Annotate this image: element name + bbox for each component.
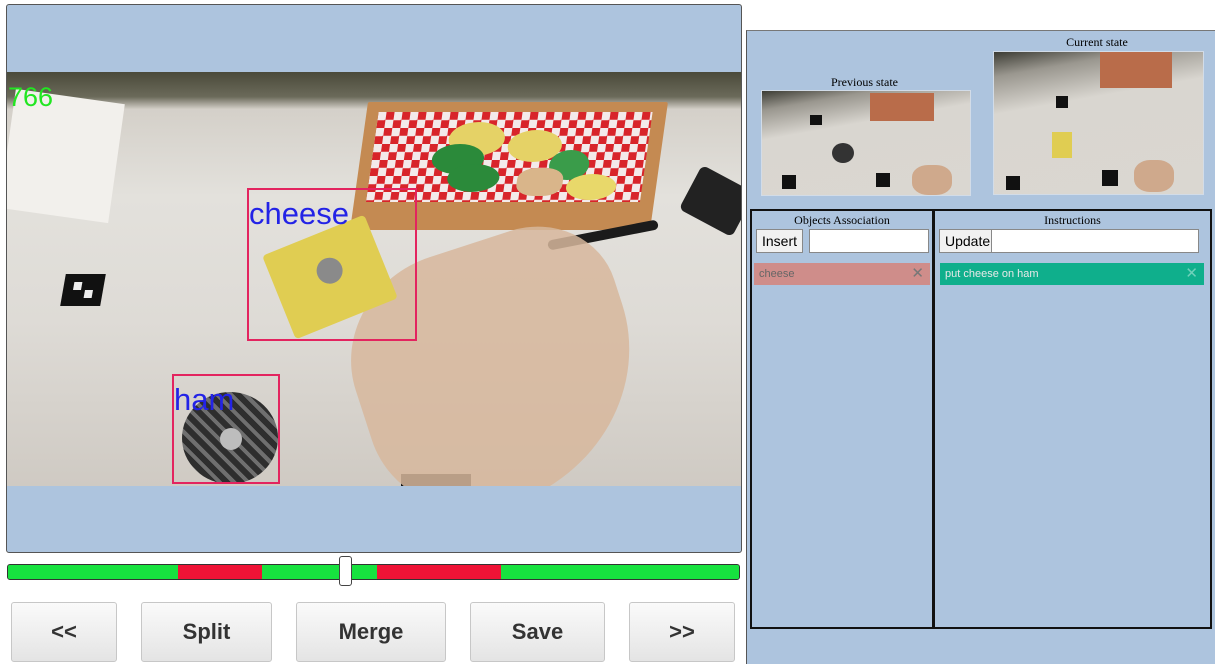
timeline-track[interactable] xyxy=(7,564,740,580)
timeline-segment-ok[interactable] xyxy=(8,565,178,579)
objects-association-panel: Objects Association Insert cheese ✕ xyxy=(750,209,934,629)
annotation-panel: Previous state Current state Objects Ass… xyxy=(746,30,1215,664)
update-button[interactable]: Update xyxy=(939,229,997,253)
phone xyxy=(678,164,741,238)
previous-state: Previous state xyxy=(757,75,972,196)
frame-counter: 766 xyxy=(8,82,54,112)
timeline-segment-flag[interactable] xyxy=(177,565,263,579)
object-name-input[interactable] xyxy=(809,229,929,253)
instructions-panel: Instructions Update put cheese on ham ✕ xyxy=(933,209,1212,629)
video-viewer: 766 cheese ham xyxy=(6,4,742,553)
detection-box-cheese[interactable]: cheese xyxy=(247,188,417,341)
timeline-segment-ok[interactable] xyxy=(501,565,739,579)
insert-button[interactable]: Insert xyxy=(756,229,804,253)
current-state-label: Current state xyxy=(1066,35,1128,49)
current-state-image xyxy=(993,51,1204,195)
instruction-list-item[interactable]: put cheese on ham ✕ xyxy=(940,263,1204,285)
instructions-title: Instructions xyxy=(1044,213,1101,227)
detection-label: ham xyxy=(174,382,235,417)
timeline-segment-ok[interactable] xyxy=(262,565,378,579)
previous-state-label: Previous state xyxy=(831,75,898,89)
current-state: Current state xyxy=(987,35,1207,195)
previous-state-image xyxy=(761,90,971,196)
instruction-input[interactable] xyxy=(991,229,1199,253)
save-button[interactable]: Save xyxy=(470,602,605,662)
aruco-marker xyxy=(60,274,106,306)
object-item-label: cheese xyxy=(759,268,795,280)
timeline-segment-flag[interactable] xyxy=(377,565,502,579)
objects-association-title: Objects Association xyxy=(794,213,890,227)
instruction-item-label: put cheese on ham xyxy=(945,268,1039,280)
previous-button[interactable]: << xyxy=(11,602,117,662)
remove-icon[interactable]: ✕ xyxy=(1185,263,1198,285)
object-list-item[interactable]: cheese ✕ xyxy=(754,263,930,285)
next-button[interactable]: >> xyxy=(629,602,735,662)
video-frame: 766 cheese ham xyxy=(7,72,741,486)
merge-button[interactable]: Merge xyxy=(296,602,446,662)
detection-label: cheese xyxy=(249,196,349,231)
detection-box-ham[interactable]: ham xyxy=(172,374,280,484)
split-button[interactable]: Split xyxy=(141,602,272,662)
remove-icon[interactable]: ✕ xyxy=(911,263,924,285)
timeline-slider-handle[interactable] xyxy=(338,556,352,586)
